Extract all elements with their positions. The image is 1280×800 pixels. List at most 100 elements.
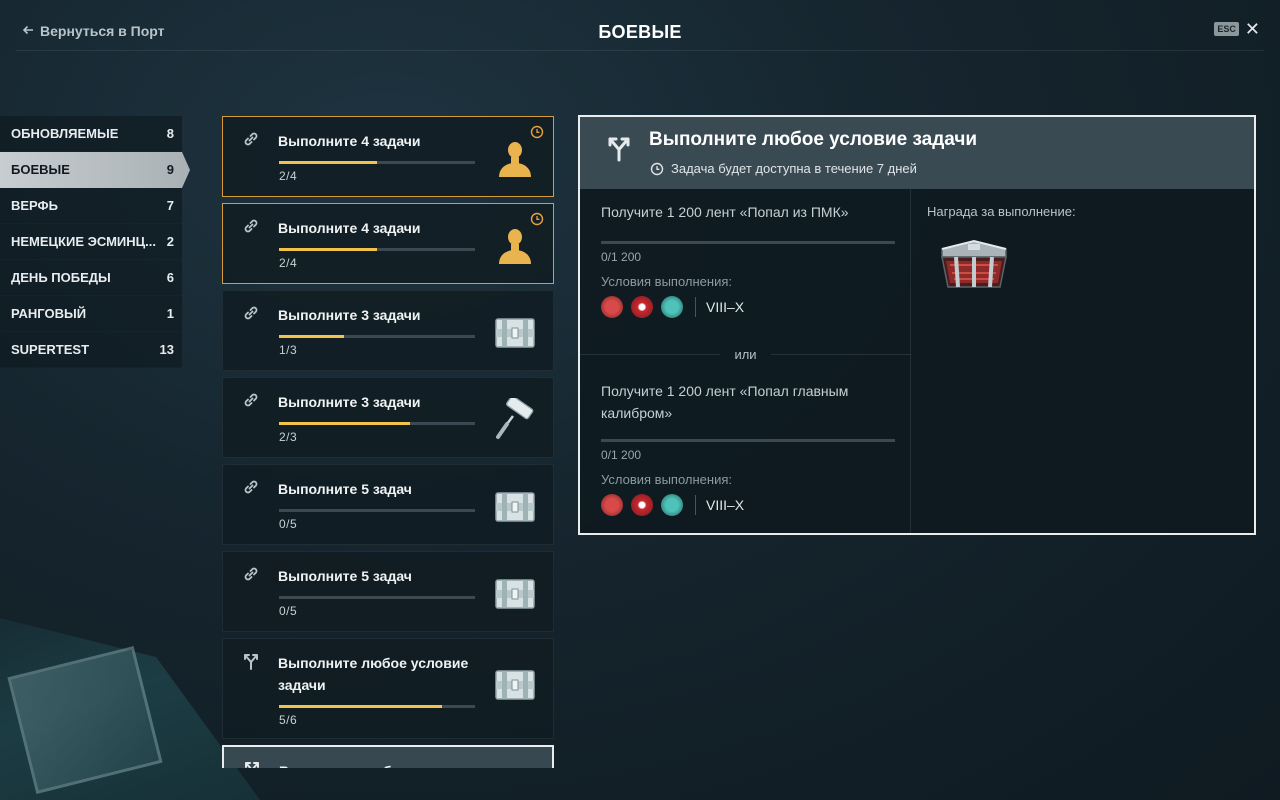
sidebar-item-label: ВЕРФЬ [11, 198, 58, 213]
condition-text: Получите 1 200 лент «Попал главным калиб… [601, 383, 849, 421]
task-progress-bar [279, 596, 475, 599]
divider [580, 353, 721, 355]
task-list: Выполните 4 задачи 2/4 Выполните 4 задач… [222, 116, 554, 768]
container-reward-icon [493, 663, 537, 707]
task-title: Выполните любое условие задачи [278, 655, 469, 693]
task-count: 0/5 [279, 517, 298, 531]
task-progress-fill [279, 335, 345, 338]
task-card[interactable]: Выполните 3 задачи 1/3 [222, 290, 554, 371]
task-progress-bar [279, 705, 475, 708]
task-progress-bar [279, 509, 475, 512]
divider [770, 353, 912, 355]
commander-reward-icon [493, 224, 537, 268]
task-card[interactable]: Выполните 5 задач 0/5 [222, 464, 554, 545]
tier-range: VIII–X [706, 497, 745, 513]
task-title: Выполните 3 задачи [278, 394, 421, 410]
sidebar-item-german-destroyers[interactable]: НЕМЕЦКИЕ ЭСМИНЦ... 2 [0, 224, 182, 260]
task-card[interactable]: Выполните любое условие задачи 5/6 [222, 638, 554, 739]
condition-text: Получите 1 200 лент «Попал из ПМК» [601, 204, 849, 220]
conditions-column: Получите 1 200 лент «Попал из ПМК» 0/1 2… [580, 189, 912, 533]
sidebar-item-count: 13 [159, 342, 174, 357]
condition-progress-bar [601, 439, 895, 442]
condition-count: 0/1 200 [601, 448, 642, 462]
task-title: Выполните 4 задачи [278, 220, 421, 236]
task-card[interactable]: Выполните 3 задачи 2/3 [222, 377, 554, 458]
paint-roller-reward-icon [493, 398, 537, 442]
condition-count: 0/1 200 [601, 250, 642, 264]
chain-link-icon [241, 303, 261, 323]
task-count: 0/5 [279, 604, 298, 618]
esc-key-badge: ESC [1214, 22, 1239, 36]
task-card[interactable]: Выполните 4 задачи 2/4 [222, 116, 554, 197]
sidebar-item-ranked[interactable]: РАНГОВЫЙ 1 [0, 296, 182, 332]
ship-class-destroyer-icon [601, 494, 623, 516]
chain-link-icon [241, 564, 261, 584]
reward-column: Награда за выполнение: [912, 189, 1254, 533]
chain-link-icon [241, 129, 261, 149]
sidebar-item-count: 1 [166, 306, 174, 321]
availability-text: Задача будет доступна в течение 7 дней [671, 161, 917, 176]
sidebar-item-label: БОЕВЫЕ [11, 162, 70, 177]
or-divider: или [580, 344, 912, 364]
task-count: 2/4 [279, 169, 298, 183]
condition-ship-filters: VIII–X [601, 296, 897, 318]
task-progress-fill [279, 248, 377, 251]
ship-class-battleship-icon [661, 494, 683, 516]
branch-icon [604, 133, 634, 163]
background-decoration [0, 618, 260, 800]
task-count: 2/3 [279, 430, 298, 444]
supercontainer-reward-icon[interactable] [934, 235, 1014, 297]
sidebar-item-victory-day[interactable]: ДЕНЬ ПОБЕДЫ 6 [0, 260, 182, 296]
clock-icon [650, 162, 664, 176]
sidebar-item-shipyard[interactable]: ВЕРФЬ 7 [0, 188, 182, 224]
sidebar-item-count: 6 [166, 270, 174, 285]
divider [695, 495, 696, 515]
condition-block: Получите 1 200 лент «Попал главным калиб… [601, 380, 897, 516]
ship-class-cruiser-icon [631, 494, 653, 516]
task-progress-fill [279, 161, 377, 164]
task-card-selected[interactable]: Выполните любое условие [222, 745, 554, 768]
sidebar-item-count: 9 [166, 162, 174, 177]
header: Вернуться в Порт БОЕВЫЕ ESC ✕ [16, 0, 1264, 51]
container-reward-icon [493, 572, 537, 616]
task-count: 1/3 [279, 343, 298, 357]
sidebar-item-label: ОБНОВЛЯЕМЫЕ [11, 126, 119, 141]
task-progress-bar [279, 422, 475, 425]
task-count: 2/4 [279, 256, 298, 270]
chain-link-icon [241, 216, 261, 236]
sidebar-item-updatable[interactable]: ОБНОВЛЯЕМЫЕ 8 [0, 116, 182, 152]
branch-icon [241, 651, 261, 671]
branch-icon [242, 759, 262, 768]
close-icon[interactable]: ✕ [1245, 20, 1260, 38]
timer-icon [530, 125, 544, 139]
or-label: или [734, 346, 757, 362]
sidebar-item-combat[interactable]: БОЕВЫЕ 9 [0, 152, 190, 188]
task-progress-fill [279, 705, 443, 708]
chain-link-icon [241, 390, 261, 410]
condition-progress-bar [601, 241, 895, 244]
page-title: БОЕВЫЕ [598, 22, 682, 42]
sidebar-item-count: 7 [166, 198, 174, 213]
divider [695, 297, 696, 317]
task-card[interactable]: Выполните 5 задач 0/5 [222, 551, 554, 632]
category-sidebar: ОБНОВЛЯЕМЫЕ 8 БОЕВЫЕ 9 ВЕРФЬ 7 НЕМЕЦКИЕ … [0, 116, 190, 368]
task-progress-bar [279, 161, 475, 164]
reward-label: Награда за выполнение: [927, 204, 1076, 219]
task-count: 5/6 [279, 713, 298, 727]
detail-subtitle: Задача будет доступна в течение 7 дней [650, 161, 917, 176]
background-map-image [7, 646, 163, 794]
sidebar-item-supertest[interactable]: SUPERTEST 13 [0, 332, 182, 368]
task-progress-fill [279, 422, 410, 425]
detail-title: Выполните любое условие задачи [649, 129, 978, 150]
sidebar-item-label: ДЕНЬ ПОБЕДЫ [11, 270, 111, 285]
condition-label: Условия выполнения: [601, 274, 732, 289]
sidebar-item-label: НЕМЕЦКИЕ ЭСМИНЦ... [11, 234, 156, 249]
condition-label: Условия выполнения: [601, 472, 732, 487]
close-control[interactable]: ESC ✕ [1214, 20, 1260, 38]
task-progress-bar [279, 335, 475, 338]
task-card[interactable]: Выполните 4 задачи 2/4 [222, 203, 554, 284]
sidebar-item-label: SUPERTEST [11, 342, 90, 357]
timer-icon [530, 212, 544, 226]
condition-ship-filters: VIII–X [601, 494, 897, 516]
condition-block: Получите 1 200 лент «Попал из ПМК» 0/1 2… [601, 201, 897, 318]
